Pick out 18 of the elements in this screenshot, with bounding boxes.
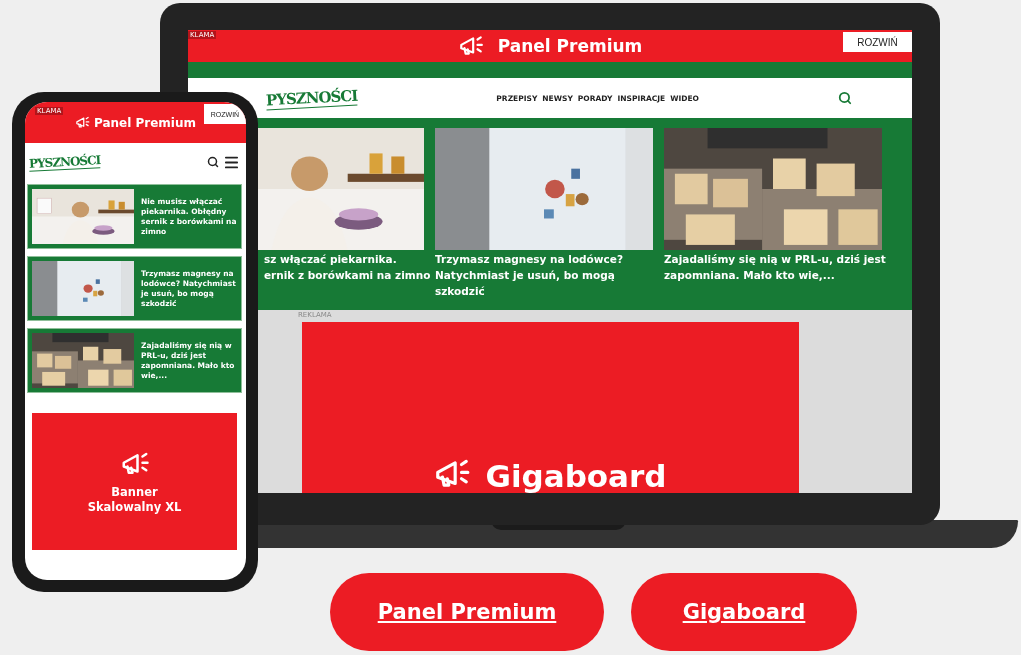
ad-title: Panel Premium	[93, 115, 197, 130]
search-icon[interactable]	[207, 156, 219, 168]
article-title[interactable]: zapomniana. Mało kto wie,...	[664, 269, 835, 282]
article-title[interactable]: Natychmiast je usuń, bo mogą	[435, 269, 615, 282]
article-title[interactable]: ernik z borówkami na zimno	[264, 269, 431, 282]
article-title[interactable]: Trzymasz magnesy na lodówce?	[435, 253, 623, 266]
megaphone-icon	[74, 115, 90, 130]
site-logo[interactable]: PYSZNOŚCI	[265, 86, 358, 110]
link-button[interactable]: Panel Premium	[330, 573, 604, 651]
article-title[interactable]: Zajadaliśmy się nią w PRL-u, dziś jest	[664, 253, 886, 266]
article-title[interactable]: szkodzić	[435, 285, 485, 298]
ad-title: Gigaboard	[485, 459, 667, 493]
expand-button[interactable]: ROZWIŃ	[843, 32, 912, 52]
link-button[interactable]: Gigaboard	[631, 573, 857, 651]
banner-title: Banner Skalowalny XL	[86, 484, 183, 515]
site-logo[interactable]: PYSZNOŚCI	[28, 152, 101, 172]
article-title[interactable]: sz włączać piekarnika.	[264, 253, 397, 266]
ad-title: Panel Premium	[497, 36, 643, 56]
